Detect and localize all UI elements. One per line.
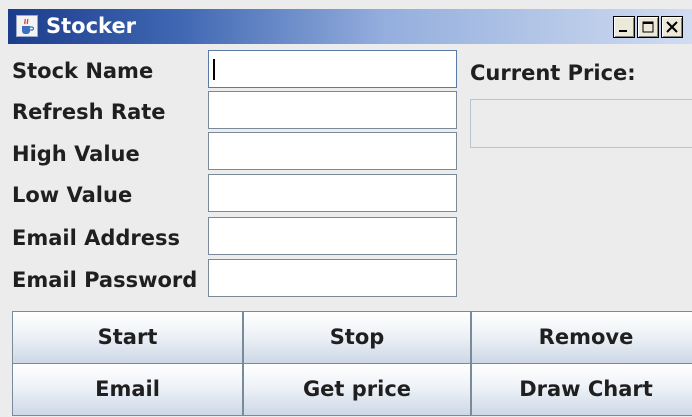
high-value-input[interactable] <box>208 132 457 170</box>
window-title: Stocker <box>46 14 137 38</box>
close-icon <box>666 21 678 33</box>
text-caret <box>213 59 215 80</box>
current-price-display <box>470 99 692 148</box>
close-button[interactable] <box>661 16 683 38</box>
refresh-rate-input[interactable] <box>208 91 457 129</box>
start-button[interactable]: Start <box>12 311 243 364</box>
low-value-label: Low Value <box>12 183 133 207</box>
refresh-rate-label: Refresh Rate <box>12 100 166 124</box>
current-price-label: Current Price: <box>470 61 636 85</box>
email-button[interactable]: Email <box>12 363 243 416</box>
title-bar[interactable]: Stocker <box>8 9 692 44</box>
stock-name-label: Stock Name <box>12 59 154 83</box>
get-price-button[interactable]: Get price <box>243 363 471 416</box>
minimize-icon <box>619 30 627 32</box>
low-value-input[interactable] <box>208 174 457 212</box>
email-address-label: Email Address <box>12 226 181 250</box>
stock-name-input[interactable] <box>208 50 457 88</box>
email-address-input[interactable] <box>208 217 457 255</box>
maximize-icon <box>642 21 654 33</box>
email-password-input[interactable] <box>208 259 457 297</box>
maximize-button[interactable] <box>637 16 659 38</box>
stop-button[interactable]: Stop <box>243 311 471 364</box>
stocker-window: Stocker Stock Name Refresh Rate High Val… <box>0 0 692 417</box>
remove-button[interactable]: Remove <box>471 311 692 364</box>
minimize-button[interactable] <box>613 16 635 38</box>
java-cup-icon[interactable] <box>16 15 38 37</box>
email-password-label: Email Password <box>12 268 198 292</box>
draw-chart-button[interactable]: Draw Chart <box>471 363 692 416</box>
high-value-label: High Value <box>12 142 140 166</box>
